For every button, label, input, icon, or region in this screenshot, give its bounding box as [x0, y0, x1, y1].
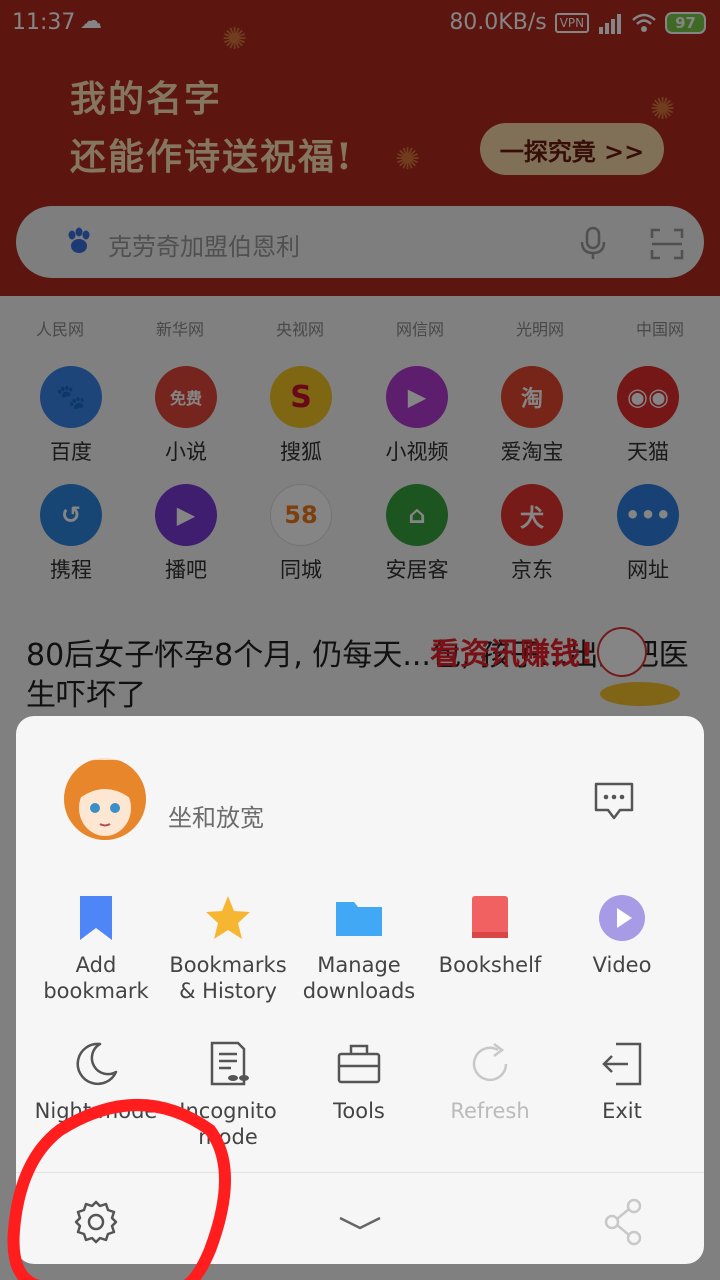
menu-item-label: Tools	[333, 1099, 385, 1123]
settings-gear-icon[interactable]	[72, 1198, 120, 1246]
message-icon[interactable]	[592, 778, 636, 822]
video-button[interactable]: Video	[557, 894, 687, 978]
anime-avatar-image	[64, 758, 146, 840]
refresh-icon	[472, 1043, 508, 1082]
menu-item-label: Bookmarks & History	[169, 953, 287, 1003]
menu-item-label: Manage downloads	[302, 953, 416, 1003]
bookmarks-history-button[interactable]: Bookmarks & History	[163, 894, 293, 1004]
folder-icon	[336, 902, 382, 936]
bookmark-icon	[80, 896, 112, 940]
menu-item-label: Video	[592, 953, 652, 977]
browser-menu-sheet: 坐和放宽 Add bookmark Bookmarks & History Ma…	[16, 716, 704, 1264]
menu-item-label: Exit	[602, 1099, 642, 1123]
incognito-icon	[210, 1041, 249, 1086]
night-mode-button[interactable]: Night mode	[31, 1040, 161, 1124]
toolbox-icon	[337, 1044, 381, 1084]
menu-divider	[16, 1172, 704, 1173]
exit-icon	[602, 1042, 642, 1086]
add-bookmark-button[interactable]: Add bookmark	[31, 894, 161, 1004]
book-icon	[472, 896, 508, 938]
menu-item-label: Bookshelf	[438, 953, 542, 977]
menu-item-label: Night mode	[34, 1099, 158, 1123]
menu-item-label: Refresh	[450, 1099, 530, 1123]
manage-downloads-button[interactable]: Manage downloads	[294, 894, 424, 1004]
user-avatar[interactable]	[64, 758, 146, 840]
refresh-button[interactable]: Refresh	[425, 1040, 555, 1124]
play-icon	[599, 895, 645, 941]
collapse-chevron-icon[interactable]	[336, 1198, 384, 1246]
tools-button[interactable]: Tools	[294, 1040, 424, 1124]
username[interactable]: 坐和放宽	[168, 798, 264, 833]
share-icon[interactable]	[600, 1198, 648, 1246]
star-icon	[206, 896, 250, 939]
exit-button[interactable]: Exit	[557, 1040, 687, 1124]
moon-icon	[76, 1042, 118, 1086]
incognito-mode-button[interactable]: Incognito mode	[163, 1040, 293, 1150]
menu-item-label: Incognito mode	[179, 1099, 277, 1149]
bookshelf-button[interactable]: Bookshelf	[425, 894, 555, 978]
menu-item-label: Add bookmark	[43, 953, 149, 1003]
